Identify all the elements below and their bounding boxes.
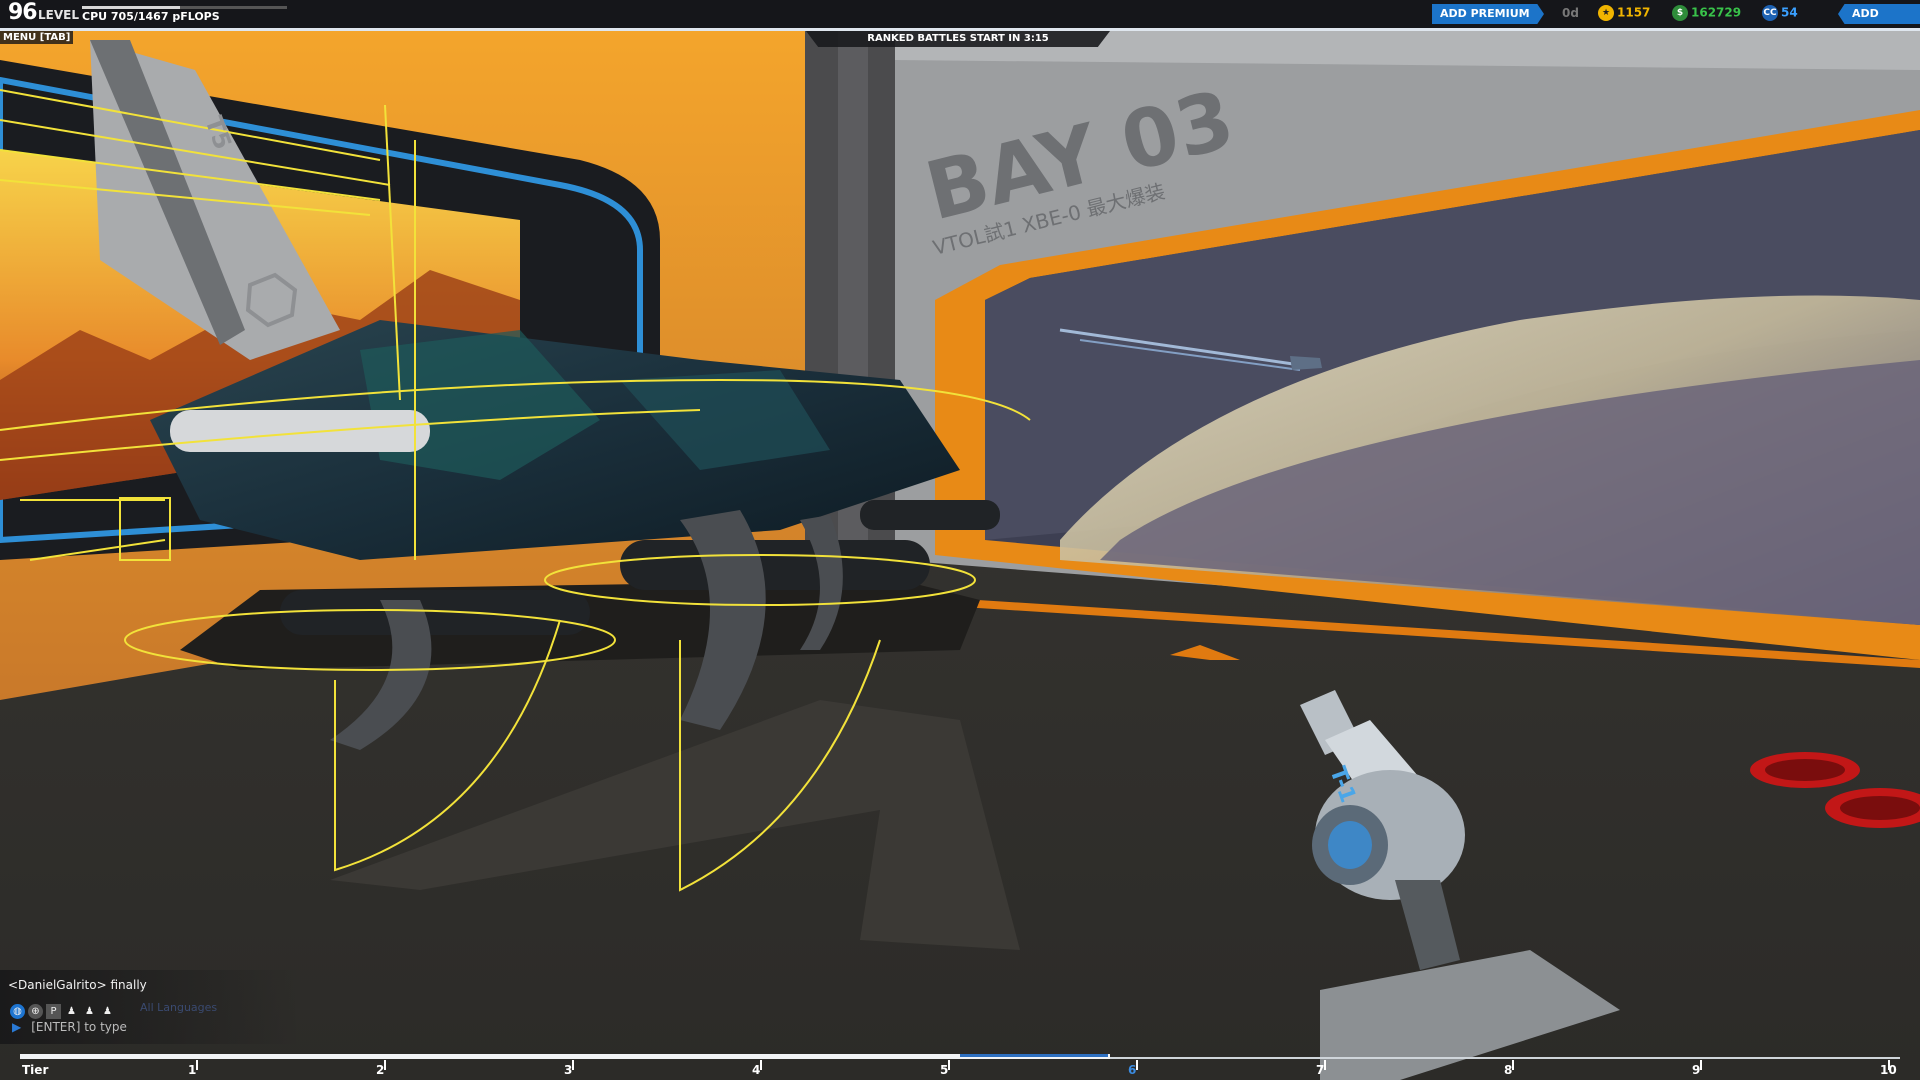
user-plus-icon[interactable]: ♟	[82, 1004, 97, 1019]
tier-progress-bar: Tier 1 2 3 4 5 6 7 8 9 10	[20, 1052, 1900, 1080]
cosmetic-credits-icon: CC	[1762, 5, 1778, 21]
tier-label-title: Tier	[22, 1063, 49, 1077]
currency-2-value: 162729	[1691, 5, 1742, 20]
settings-globe-icon[interactable]: ⊕	[28, 1004, 43, 1019]
add-premium-button[interactable]: ADD PREMIUM	[1432, 4, 1544, 24]
currency-3-value: 54	[1781, 5, 1798, 20]
chat-message: <DanielGalrito> finally	[8, 978, 147, 992]
globe-icon[interactable]: ◍	[10, 1004, 25, 1019]
top-bar: 96 LEVEL CPU 705/1467 pFLOPS ADD PREMIUM…	[0, 0, 1920, 31]
language-filter[interactable]: All Languages	[140, 1001, 217, 1014]
robits-icon: $	[1672, 5, 1688, 21]
users-icon[interactable]: ♟	[100, 1004, 115, 1019]
cpu-bar-fill	[82, 6, 181, 9]
level-number: 96	[8, 0, 38, 25]
scene-art: BAY 03 VTOL試1 XBE-0 最大爆装 T5 T-1	[0, 0, 1920, 1080]
tier-tick	[1888, 1060, 1890, 1070]
chevron-right-icon: ▶	[12, 1020, 22, 1034]
currency-1-value: 1157	[1617, 5, 1651, 20]
currency-robits: $162729	[1672, 5, 1741, 21]
chat-channel-icons: ◍ ⊕ P ♟ ♟ ♟	[10, 999, 118, 1019]
star-icon: ★	[1598, 5, 1614, 21]
garage-scene: BAY 03 VTOL試1 XBE-0 最大爆装 T5 T-1	[0, 0, 1920, 1080]
chat-input-hint: [ENTER] to type	[31, 1020, 127, 1034]
tier-tick	[572, 1060, 574, 1070]
tier-tick	[1324, 1060, 1326, 1070]
tier-progress-fill	[20, 1054, 1111, 1059]
p-icon[interactable]: P	[46, 1004, 61, 1019]
cpu-text: CPU 705/1467 pFLOPS	[82, 10, 220, 23]
level-label: LEVEL	[38, 8, 79, 22]
tier-tick	[384, 1060, 386, 1070]
currency-cosmetic: CC 54	[1762, 5, 1798, 21]
currency-rank: ★ 1157	[1598, 5, 1650, 21]
tier-current-segment	[960, 1054, 1108, 1057]
chat-input[interactable]: ▶ [ENTER] to type	[12, 1020, 127, 1034]
ranked-timer: RANKED BATTLES START IN 3:15	[806, 31, 1110, 47]
tier-tick	[1512, 1060, 1514, 1070]
tier-tick	[760, 1060, 762, 1070]
cpu-bar	[82, 6, 287, 9]
tier-tick	[1700, 1060, 1702, 1070]
add-funds-button[interactable]: ADD FUNDS	[1838, 4, 1920, 24]
chat-panel: <DanielGalrito> finally ◍ ⊕ P ♟ ♟ ♟ All Langu…	[0, 970, 300, 1044]
tier-tick	[948, 1060, 950, 1070]
premium-days: 0d	[1562, 6, 1579, 20]
tier-tick	[1136, 1060, 1138, 1070]
tier-tick	[196, 1060, 198, 1070]
menu-button[interactable]: MENU [TAB]	[0, 31, 74, 44]
user-icon[interactable]: ♟	[64, 1004, 79, 1019]
